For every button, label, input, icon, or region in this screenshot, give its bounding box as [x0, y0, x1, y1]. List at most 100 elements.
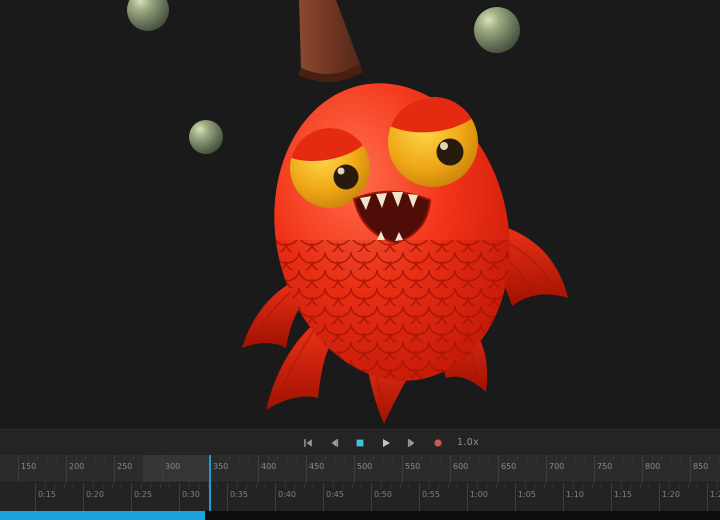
frame-minor-tick [229, 455, 230, 461]
frame-tick [354, 455, 355, 483]
time-minor-tick [342, 483, 343, 489]
frame-tick [642, 455, 643, 483]
time-tick-label: 0:35 [230, 490, 248, 499]
time-minor-tick [640, 483, 641, 489]
time-minor-tick [400, 483, 401, 489]
time-minor-tick [457, 483, 458, 489]
frame-minor-tick [508, 455, 509, 461]
time-tick [467, 483, 468, 511]
frame-minor-tick [325, 455, 326, 461]
frame-minor-tick [220, 455, 221, 461]
playback-speed[interactable]: 1.0x [457, 437, 479, 448]
frame-minor-tick [632, 455, 633, 461]
frame-tick [114, 455, 115, 483]
time-minor-tick [313, 483, 314, 489]
timeline-scrollbar-fill[interactable] [0, 511, 205, 520]
frame-minor-tick [460, 455, 461, 461]
frame-tick [306, 455, 307, 483]
stop-button[interactable] [353, 436, 367, 450]
pupil-left [334, 165, 359, 190]
frame-minor-tick [152, 455, 153, 461]
time-minor-tick [429, 483, 430, 489]
time-minor-tick [45, 483, 46, 489]
viewport-canvas[interactable] [0, 0, 720, 429]
time-minor-tick [64, 483, 65, 489]
frame-ruler[interactable]: 1502002503003504004505005506006507007508… [0, 455, 720, 483]
frame-minor-tick [469, 455, 470, 461]
time-minor-tick [448, 483, 449, 489]
time-minor-tick [265, 483, 266, 489]
frame-minor-tick [47, 455, 48, 461]
frame-minor-tick [95, 455, 96, 461]
time-minor-tick [285, 483, 286, 489]
time-tick [419, 483, 420, 511]
time-minor-tick [477, 483, 478, 489]
time-tick-label: 0:20 [86, 490, 104, 499]
frame-minor-tick [316, 455, 317, 461]
skip-to-start-button[interactable] [301, 436, 315, 450]
timeline-scrollbar[interactable] [0, 511, 720, 520]
frame-minor-tick [431, 455, 432, 461]
frame-tick [546, 455, 547, 483]
frame-minor-tick [575, 455, 576, 461]
frame-minor-tick [613, 455, 614, 461]
frame-minor-tick [709, 455, 710, 461]
playhead[interactable] [209, 455, 211, 511]
frame-minor-tick [536, 455, 537, 461]
frame-minor-tick [287, 455, 288, 461]
time-minor-tick [438, 483, 439, 489]
frame-minor-tick [479, 455, 480, 461]
play-button[interactable] [379, 436, 393, 450]
timeline: 1502002503003504004505005506006507007508… [0, 455, 720, 511]
bubble[interactable] [127, 0, 169, 31]
frame-tick-label: 450 [309, 462, 324, 471]
step-backward-icon [329, 438, 339, 448]
frame-minor-tick [392, 455, 393, 461]
time-minor-tick [573, 483, 574, 489]
fish-character[interactable] [242, 0, 568, 424]
time-tick-label: 0:55 [422, 490, 440, 499]
time-minor-tick [630, 483, 631, 489]
frame-minor-tick [85, 455, 86, 461]
time-minor-tick [141, 483, 142, 489]
time-minor-tick [592, 483, 593, 489]
time-tick [563, 483, 564, 511]
step-forward-button[interactable] [405, 436, 419, 450]
step-backward-button[interactable] [327, 436, 341, 450]
time-ruler[interactable]: 0:150:200:250:300:350:400:450:500:551:00… [0, 483, 720, 511]
time-tick [35, 483, 36, 511]
time-tick-label: 1:10 [566, 490, 584, 499]
playback-toolbar: 1.0x [0, 429, 720, 455]
time-minor-tick [361, 483, 362, 489]
bubble[interactable] [474, 7, 520, 53]
time-minor-tick [669, 483, 670, 489]
time-minor-tick [717, 483, 718, 489]
frame-minor-tick [277, 455, 278, 461]
time-minor-tick [534, 483, 535, 489]
time-minor-tick [189, 483, 190, 489]
record-button[interactable] [431, 436, 445, 450]
time-minor-tick [121, 483, 122, 489]
eye-glint-left [338, 168, 345, 175]
frame-tick-label: 150 [21, 462, 36, 471]
frame-minor-tick [248, 455, 249, 461]
bubble[interactable] [189, 120, 223, 154]
time-minor-tick [649, 483, 650, 489]
frame-minor-tick [517, 455, 518, 461]
stop-icon [355, 438, 365, 448]
time-tick [275, 483, 276, 511]
time-tick [515, 483, 516, 511]
time-minor-tick [237, 483, 238, 489]
frame-tick-label: 250 [117, 462, 132, 471]
time-tick-label: 1:20 [662, 490, 680, 499]
time-tick-label: 1:05 [518, 490, 536, 499]
time-tick [83, 483, 84, 511]
frame-tick [66, 455, 67, 483]
frame-tick [258, 455, 259, 483]
time-minor-tick [688, 483, 689, 489]
time-tick [659, 483, 660, 511]
cone-hat [299, 0, 360, 74]
time-minor-tick [697, 483, 698, 489]
time-minor-tick [246, 483, 247, 489]
frame-minor-tick [488, 455, 489, 461]
